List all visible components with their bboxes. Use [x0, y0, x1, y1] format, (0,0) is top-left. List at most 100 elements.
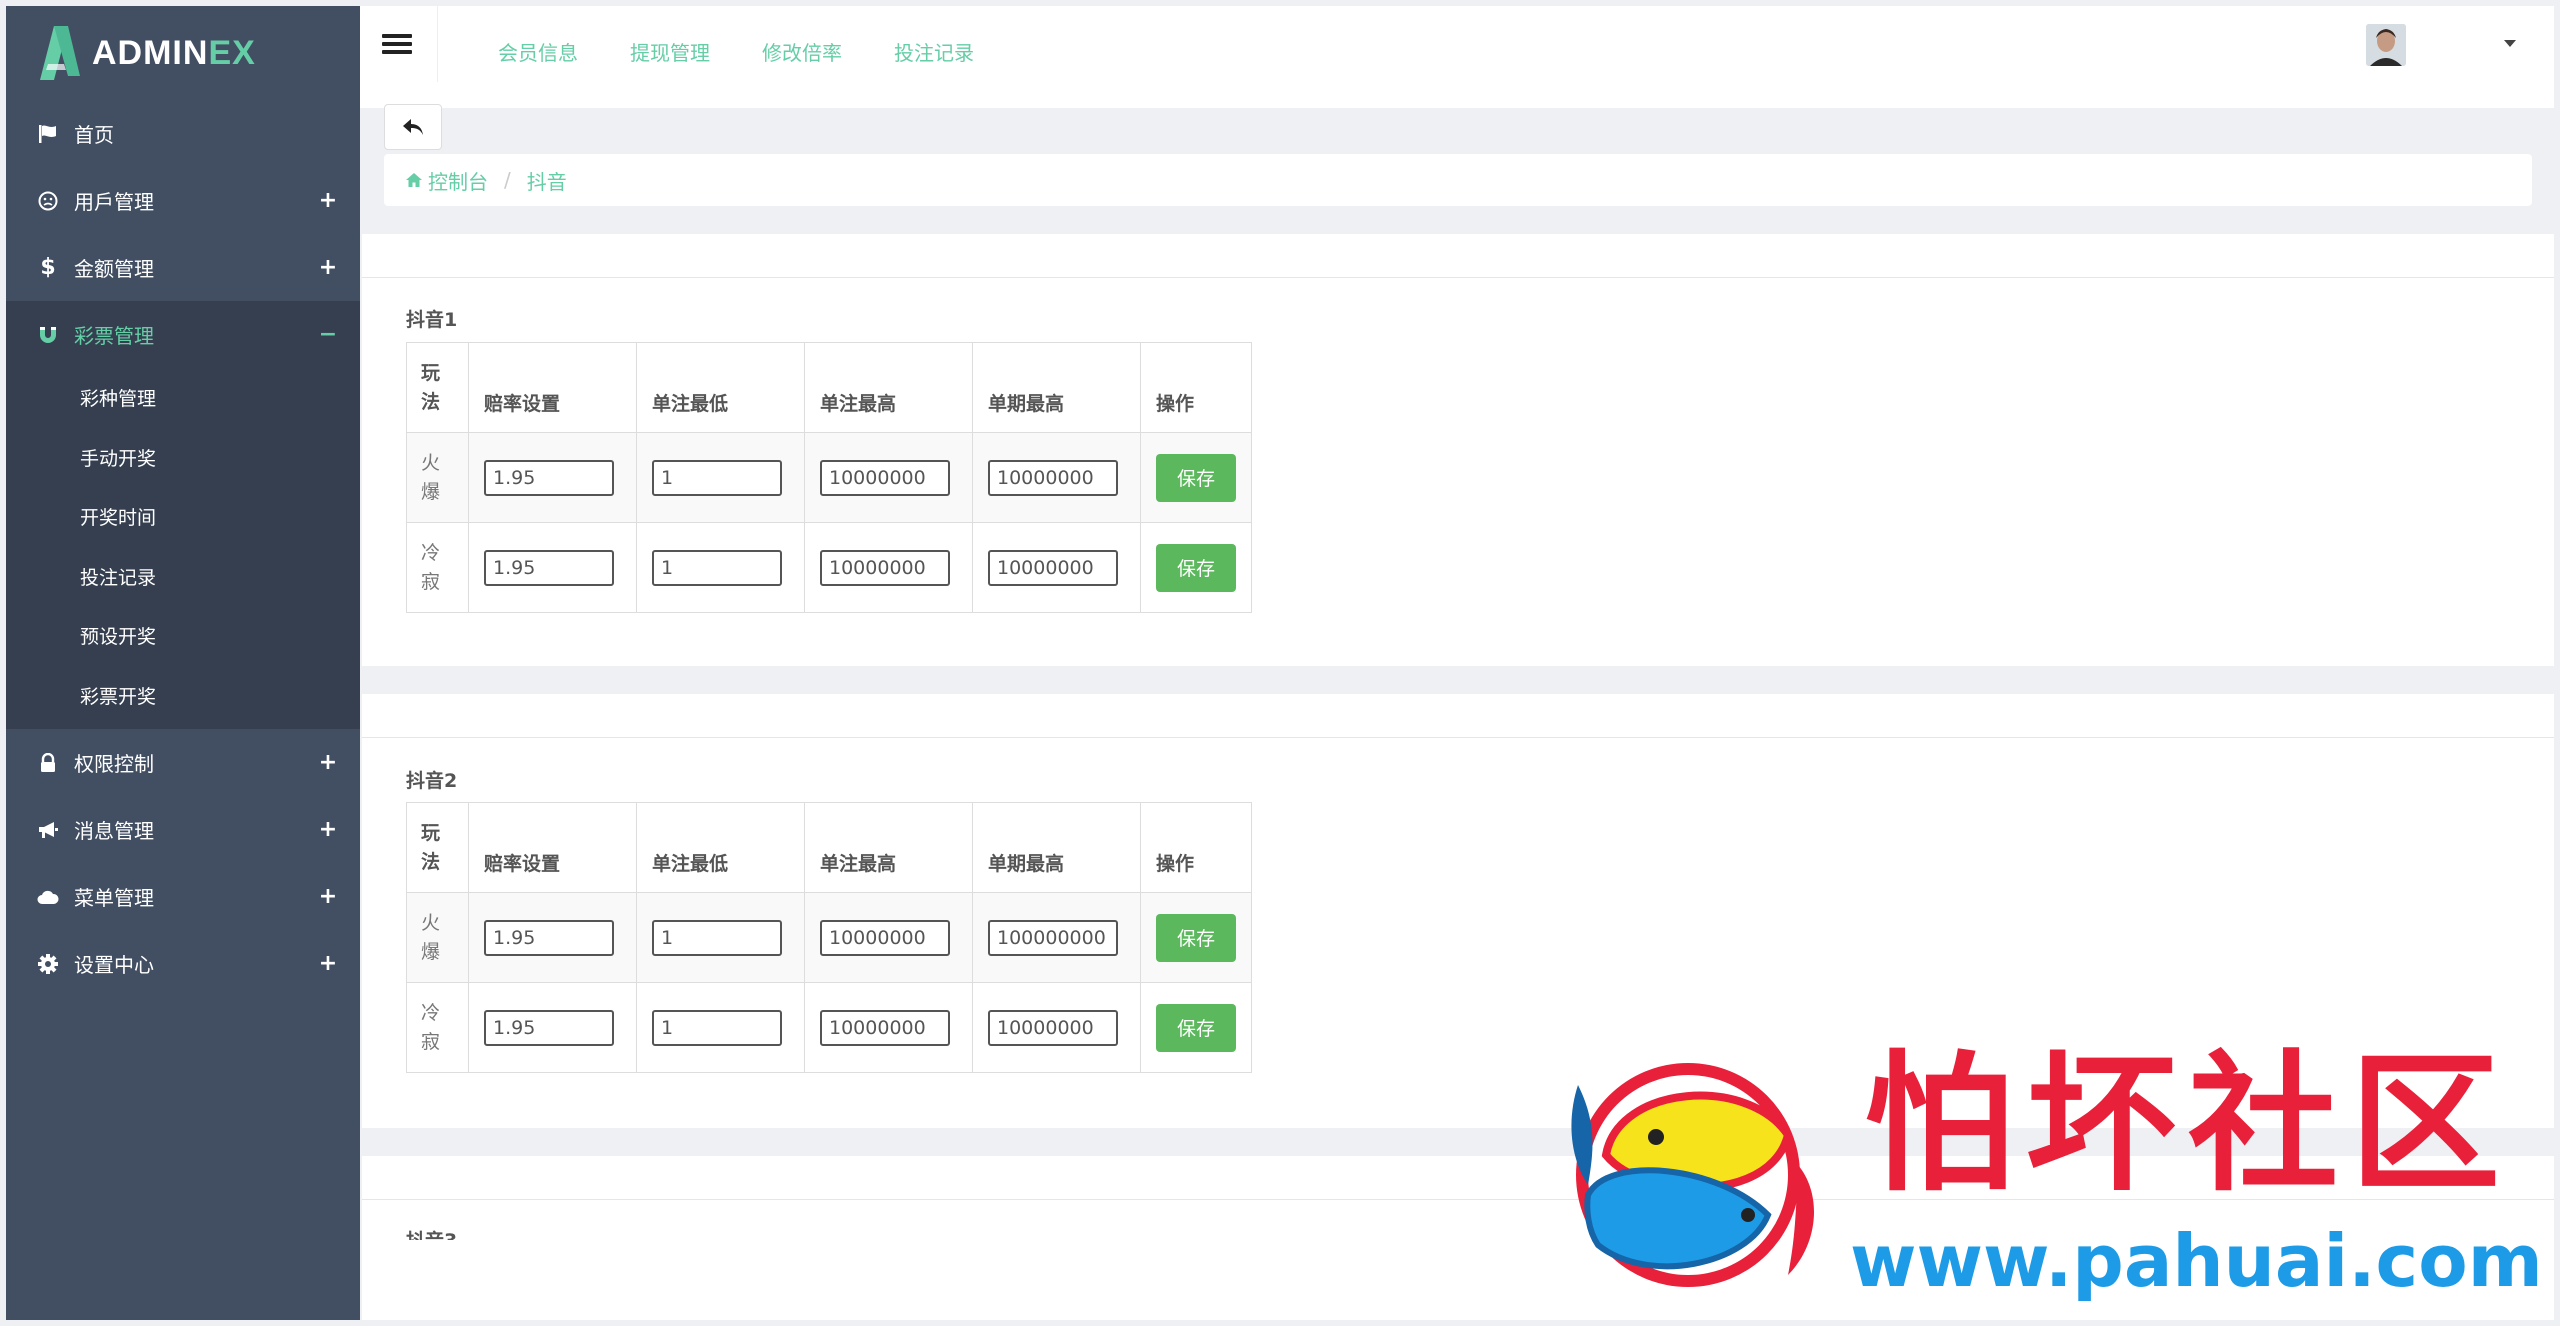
sidebar-item-menus[interactable]: 菜单管理 +: [6, 863, 360, 930]
save-button[interactable]: 保存: [1156, 453, 1236, 502]
submenu-item-lottery-draw[interactable]: 彩票开奖: [6, 666, 360, 726]
watermark: 怕坏社区 www.pahuai.com: [1548, 1045, 2548, 1315]
max-period-input[interactable]: [988, 919, 1118, 956]
breadcrumb-current: 抖音: [526, 169, 567, 194]
topnav-modify-rate[interactable]: 修改倍率: [762, 37, 842, 66]
home-icon: [406, 173, 422, 187]
menu-toggle-icon[interactable]: [382, 30, 412, 60]
panel-header: [362, 234, 2554, 278]
col-header-min-bet: 单注最低: [636, 342, 805, 433]
expand-toggle[interactable]: +: [318, 750, 338, 775]
col-header-max-bet: 单注最高: [804, 802, 973, 893]
max-period-input[interactable]: [988, 1009, 1118, 1046]
collapse-toggle[interactable]: −: [318, 322, 338, 347]
max-bet-input[interactable]: [820, 459, 950, 496]
logo-text: ADMINEX: [92, 33, 256, 72]
reply-icon: [403, 119, 423, 135]
expand-toggle[interactable]: +: [318, 817, 338, 842]
col-header-min-bet: 单注最低: [636, 802, 805, 893]
col-header-max-period: 单期最高: [972, 802, 1141, 893]
table-row: 冷寂 保存: [406, 982, 1252, 1073]
play-type: 冷寂: [406, 522, 469, 613]
min-bet-input[interactable]: [652, 549, 782, 586]
max-period-input[interactable]: [988, 459, 1118, 496]
expand-toggle[interactable]: +: [318, 951, 338, 976]
sidebar-item-money[interactable]: $ 金额管理 +: [6, 234, 360, 301]
panel-title: 抖音1: [406, 309, 458, 331]
sidebar: ADMINEX 首页 用戶管理 + $ 金额管理 + 彩票管理 − 彩种管理 手…: [6, 6, 360, 1320]
back-button[interactable]: [384, 104, 442, 150]
logo-icon: [40, 26, 80, 80]
sidebar-item-users[interactable]: 用戶管理 +: [6, 167, 360, 234]
play-type: 火爆: [406, 432, 469, 523]
top-nav: 会员信息 提现管理 修改倍率 投注记录: [498, 37, 1026, 66]
col-header-play: 玩法: [406, 802, 469, 893]
odds-input[interactable]: [484, 549, 614, 586]
topnav-member-info[interactable]: 会员信息: [498, 37, 578, 66]
max-bet-input[interactable]: [820, 1009, 950, 1046]
dollar-icon: $: [40, 255, 56, 280]
sidebar-item-home[interactable]: 首页: [6, 100, 360, 167]
col-header-odds: 赔率设置: [468, 342, 637, 433]
col-header-max-bet: 单注最高: [804, 342, 973, 433]
settings-panel-1: 抖音1 玩法 赔率设置 单注最低 单注最高 单期最高 操作 火爆 保存 冷寂 保…: [362, 234, 2554, 666]
breadcrumb: 控制台 / 抖音: [384, 154, 2532, 206]
max-period-input[interactable]: [988, 549, 1118, 586]
min-bet-input[interactable]: [652, 459, 782, 496]
fish-logo-icon: [1571, 1063, 1815, 1287]
expand-toggle[interactable]: +: [318, 884, 338, 909]
col-header-max-period: 单期最高: [972, 342, 1141, 433]
lottery-submenu: 彩种管理 手动开奖 开奖时间 投注记录 预设开奖 彩票开奖: [6, 368, 360, 729]
breadcrumb-home[interactable]: 控制台: [406, 166, 488, 195]
topnav-bet-records[interactable]: 投注记录: [894, 37, 974, 66]
flag-icon: [36, 122, 60, 146]
min-bet-input[interactable]: [652, 919, 782, 956]
odds-input[interactable]: [484, 1009, 614, 1046]
smile-icon: [36, 189, 60, 213]
chevron-down-icon[interactable]: [2504, 40, 2516, 47]
watermark-url: www.pahuai.com: [1850, 1219, 2543, 1303]
submenu-item-bet-records[interactable]: 投注记录: [6, 547, 360, 607]
expand-toggle[interactable]: +: [318, 188, 338, 213]
panel-header: [362, 694, 2554, 738]
odds-input[interactable]: [484, 919, 614, 956]
topnav-withdraw[interactable]: 提现管理: [630, 37, 710, 66]
odds-table: 玩法 赔率设置 单注最低 单注最高 单期最高 操作 火爆 保存 冷寂 保存: [406, 342, 1252, 613]
table-row: 冷寂 保存: [406, 522, 1252, 613]
col-header-action: 操作: [1140, 802, 1252, 893]
table-row: 火爆 保存: [406, 432, 1252, 523]
col-header-play: 玩法: [406, 342, 469, 433]
submenu-item-lottery-types[interactable]: 彩种管理: [6, 368, 360, 428]
play-type: 火爆: [406, 892, 469, 983]
top-header: 会员信息 提现管理 修改倍率 投注记录: [360, 6, 2554, 108]
submenu-item-preset-draw[interactable]: 预设开奖: [6, 606, 360, 666]
sidebar-item-settings[interactable]: 设置中心 +: [6, 930, 360, 997]
header-divider: [437, 6, 438, 82]
max-bet-input[interactable]: [820, 919, 950, 956]
save-button[interactable]: 保存: [1156, 913, 1236, 962]
logo[interactable]: ADMINEX: [6, 6, 360, 100]
odds-input[interactable]: [484, 459, 614, 496]
save-button[interactable]: 保存: [1156, 1003, 1236, 1052]
submenu-item-draw-time[interactable]: 开奖时间: [6, 487, 360, 547]
odds-table: 玩法 赔率设置 单注最低 单注最高 单期最高 操作 火爆 保存 冷寂 保存: [406, 802, 1252, 1073]
avatar[interactable]: [2366, 24, 2406, 66]
cloud-icon: [36, 885, 60, 909]
save-button[interactable]: 保存: [1156, 543, 1236, 592]
min-bet-input[interactable]: [652, 1009, 782, 1046]
lock-icon: [36, 751, 60, 775]
sidebar-item-lottery[interactable]: 彩票管理 −: [6, 301, 360, 368]
gear-icon: [36, 952, 60, 976]
magnet-icon: [36, 323, 60, 347]
table-header-row: 玩法 赔率设置 单注最低 单注最高 单期最高 操作: [406, 802, 1252, 893]
breadcrumb-separator: /: [504, 168, 511, 192]
sidebar-item-permissions[interactable]: 权限控制 +: [6, 729, 360, 796]
table-header-row: 玩法 赔率设置 单注最低 单注最高 单期最高 操作: [406, 342, 1252, 433]
col-header-odds: 赔率设置: [468, 802, 637, 893]
watermark-text: 怕坏社区: [1864, 1036, 2513, 1212]
play-type: 冷寂: [406, 982, 469, 1073]
sidebar-item-messages[interactable]: 消息管理 +: [6, 796, 360, 863]
expand-toggle[interactable]: +: [318, 255, 338, 280]
submenu-item-manual-draw[interactable]: 手动开奖: [6, 428, 360, 488]
max-bet-input[interactable]: [820, 549, 950, 586]
